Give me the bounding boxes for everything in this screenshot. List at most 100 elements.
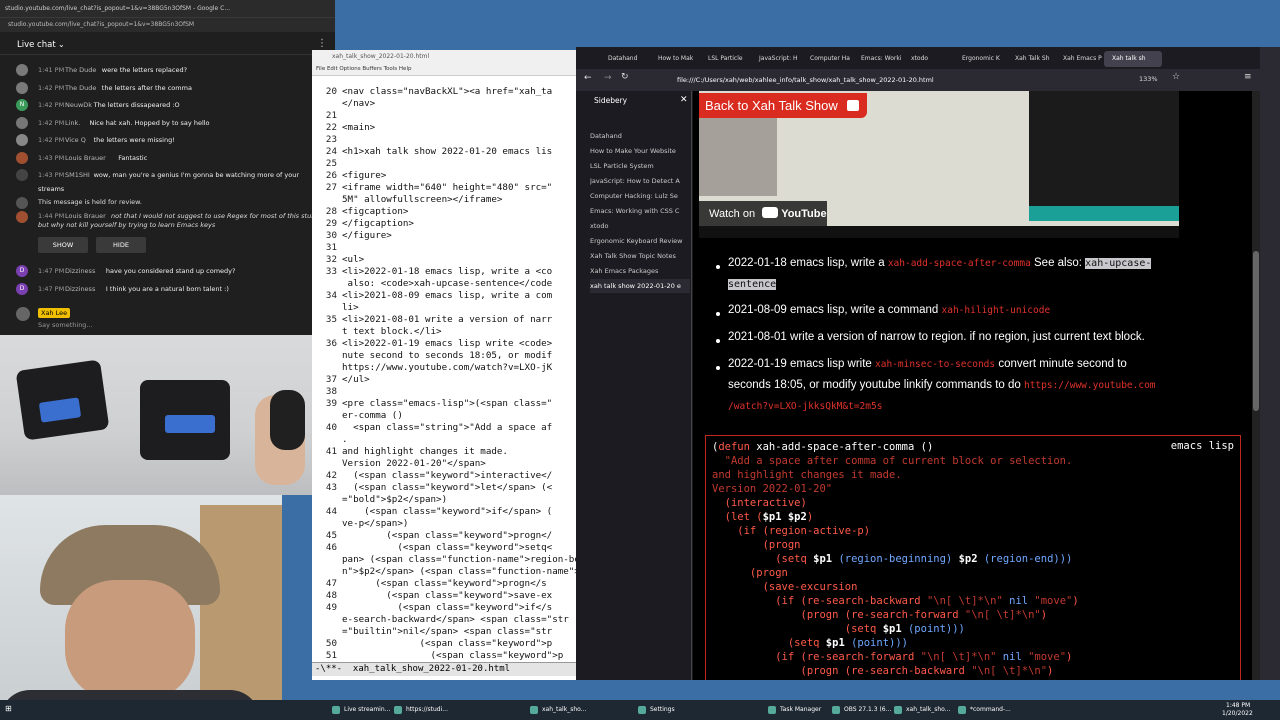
sidebar-tab-item[interactable]: Ergonomic Keyboard Review (590, 234, 690, 248)
nav-bar: ← → ↻ file:///C:/Users/xah/web/xahlee_in… (576, 69, 1260, 91)
browser-tab[interactable]: Xah Talk Sh (1007, 51, 1055, 67)
line-number: 40 (325, 422, 337, 433)
code-line: 41 and highlight changes it made. (312, 446, 508, 458)
held-author: Louis Brauer (65, 212, 106, 220)
browser-tab[interactable]: Emacs: Worki (853, 51, 901, 67)
reload-icon[interactable]: ↻ (621, 72, 629, 82)
taskbar-app[interactable]: xah_talk_sho... (528, 702, 586, 718)
sidebery-panel: Sidebery ✕ Datahand How to Make Your Webs… (576, 91, 692, 680)
star-icon[interactable]: ☆ (1172, 72, 1180, 82)
sidebar-tab-item[interactable]: JavaScript: How to Detect A (590, 174, 690, 188)
sidebar-tab-item[interactable]: Datahand (590, 129, 690, 143)
sidebar-tab-item[interactable]: xah talk show 2022-01-20 e (590, 279, 690, 293)
forward-arrow-icon[interactable]: → (604, 73, 612, 83)
message-author[interactable]: Dizziness (65, 285, 95, 293)
browser-tab[interactable]: Xah Emacs P (1055, 51, 1103, 67)
message-author[interactable]: The Dude (65, 84, 96, 92)
emacs-menu[interactable]: File Edit Options Buffers Tools Help (316, 66, 411, 72)
page-scrollbar[interactable] (1252, 91, 1260, 680)
code-line: 46 (<span class="keyword">setq< (312, 542, 552, 554)
address-bar[interactable]: file:///C:/Users/xah/web/xahlee_info/tal… (671, 73, 1131, 87)
watch-on-youtube-button[interactable]: Watch on YouTube (699, 201, 827, 227)
message-author[interactable]: Dizziness (65, 267, 95, 275)
code-link[interactable]: xah-hilight-unicode (942, 305, 1051, 316)
taskbar-app[interactable]: Live streamin... (330, 702, 390, 718)
taskbar-app[interactable]: OBS 27.1.3 (6... (830, 702, 891, 718)
back-arrow-icon[interactable]: ← (584, 73, 592, 83)
zoom-level[interactable]: 133% (1139, 75, 1158, 83)
code-line: 49 (<span class="keyword">if</s (312, 602, 552, 614)
show-button[interactable]: SHOW (38, 237, 88, 253)
line-number: 28 (325, 206, 337, 217)
chat-input[interactable]: Say something... (38, 321, 93, 329)
line-number: 47 (325, 578, 337, 589)
chat-message: D 1:47 PM Dizziness have you considered sta… (16, 262, 316, 279)
sidebar-tab-item[interactable]: Computer Hacking: Lulz Se (590, 189, 690, 203)
webcam-keyboard-view (0, 335, 320, 495)
desktop: studio.youtube.com/live_chat?is_popout=1… (0, 0, 1280, 720)
url-link[interactable]: https://www.youtube.com (1024, 380, 1156, 391)
taskbar-app[interactable]: Task Manager (766, 702, 821, 718)
chat-input-row: Xah Lee Say something... (16, 305, 316, 333)
browser-tab[interactable]: Computer Ha (802, 51, 850, 67)
code-line: 44 (<span class="keyword">if</span> ( (312, 506, 552, 518)
chat-header: Live chat ⌄ ⋮ (0, 35, 335, 55)
chat-urlbar[interactable]: studio.youtube.com/live_chat?is_popout=1… (0, 18, 335, 32)
browser-tab[interactable]: LSL Particle (700, 51, 748, 67)
chat-header-label[interactable]: Live chat (17, 40, 56, 50)
code-line: li> (312, 302, 359, 314)
message-author[interactable]: NeuwDk (65, 101, 92, 109)
selected-code-link[interactable]: sentence (728, 279, 777, 290)
sidebar-tab-item[interactable]: xtodo (590, 219, 690, 233)
message-author[interactable]: Vice Q (65, 136, 86, 144)
taskbar-app[interactable]: https://studi... (392, 702, 448, 718)
taskbar-app[interactable]: Settings (636, 702, 675, 718)
hide-button[interactable]: HIDE (96, 237, 146, 253)
youtube-embed[interactable]: Back to Xah Talk Show Watch on YouTube (699, 91, 1179, 238)
emacs-buffer[interactable]: 20 <nav class="navBackXL"><a href="xah_ta… (312, 86, 578, 661)
menu-icon[interactable]: ≡ (1244, 72, 1252, 82)
browser-tab[interactable]: JavaScript: H (751, 51, 799, 67)
clock-time[interactable]: 1:48 PM (1226, 702, 1250, 709)
scrollbar-thumb[interactable] (1253, 251, 1259, 411)
message-author[interactable]: Louis Brauer (65, 154, 106, 162)
clock-date[interactable]: 1/20/2022 (1222, 710, 1253, 717)
line-number: 48 (325, 590, 337, 601)
message-text: the letters after the comma (101, 83, 192, 92)
close-icon[interactable]: ✕ (680, 95, 688, 105)
taskbar-app[interactable]: xah_talk_sho... (892, 702, 950, 718)
browser-tab[interactable]: Ergonomic K (954, 51, 1002, 67)
code-link[interactable]: xah-add-space-after-comma (888, 258, 1031, 269)
url-link[interactable]: /watch?v=LXO-jkksQkM&t=2m5s (728, 401, 882, 412)
browser-tab[interactable]: xtodo (903, 51, 951, 67)
chevron-down-icon[interactable]: ⌄ (58, 40, 65, 49)
message-text: I think you are a natural born talent :) (105, 285, 229, 293)
video-thumbnail-person (699, 116, 777, 196)
message-author[interactable]: SM1SHI (65, 171, 90, 179)
line-number: 22 (325, 122, 337, 133)
code-line: 23 (312, 134, 342, 146)
code-link[interactable]: xah-minsec-to-seconds (875, 359, 995, 370)
selected-code-link[interactable]: xah-upcase- (1085, 258, 1152, 269)
message-author[interactable]: Link. (65, 119, 80, 127)
message-author[interactable]: The Dude (65, 66, 96, 74)
line-text: ve-p</span>) (342, 518, 409, 529)
start-icon[interactable]: ⊞ (5, 704, 12, 713)
browser-tab[interactable]: Xah talk sh (1104, 51, 1162, 67)
code-line: 38 (312, 386, 342, 398)
browser-tab[interactable]: How to Mak (650, 51, 698, 67)
back-to-show-button[interactable]: Back to Xah Talk Show (699, 93, 868, 118)
line-text: 5M" allowfullscreen></iframe> (342, 194, 503, 205)
sidebar-tab-item[interactable]: LSL Particle System (590, 159, 690, 173)
sidebar-tab-item[interactable]: Xah Emacs Packages (590, 264, 690, 278)
line-text: <ul> (342, 254, 365, 265)
taskbar-app[interactable]: *command-... (956, 702, 1011, 718)
sidebar-tab-item[interactable]: How to Make Your Website (590, 144, 690, 158)
code-line: 27 <iframe width="640" height="480" src=" (312, 182, 552, 194)
sidebar-tab-item[interactable]: Emacs: Working with CSS C (590, 204, 690, 218)
sidebar-tab-item[interactable]: Xah Talk Show Topic Notes (590, 249, 690, 263)
line-text: <pre class="emacs-lisp">(<span class=" (342, 398, 553, 409)
browser-window: Datahand How to Mak LSL Particle JavaScript… (576, 47, 1260, 680)
browser-tab[interactable]: Datahand (600, 51, 648, 67)
more-icon[interactable]: ⋮ (317, 38, 327, 49)
